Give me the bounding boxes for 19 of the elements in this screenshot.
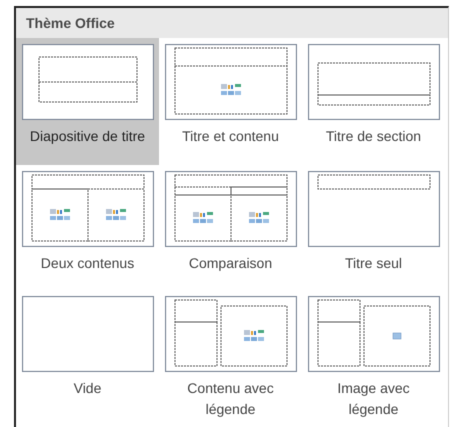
layout-label: Titre seul	[344, 254, 402, 273]
layout-label: Diapositive de titre	[30, 127, 146, 146]
layout-item[interactable]: Contenu avec légende	[159, 290, 302, 420]
layout-label: Vide	[74, 379, 102, 398]
layout-item[interactable]: Titre de section	[302, 38, 445, 165]
layout-label: Contenu avec légende	[187, 379, 274, 419]
layout-label: Titre et contenu	[182, 127, 279, 146]
layout-label: Titre de section	[326, 127, 422, 146]
layout-item[interactable]: Deux contenus	[16, 165, 159, 290]
layout-item[interactable]: Comparaison	[159, 165, 302, 290]
layout-label: Image avec légende	[337, 379, 410, 419]
gallery-title: Thème Office	[26, 15, 115, 31]
layout-label: Deux contenus	[40, 254, 134, 273]
layout-item[interactable]: Titre et contenu	[159, 38, 302, 165]
layout-item[interactable]: Titre seul	[302, 165, 445, 290]
layout-item[interactable]: Vide	[16, 290, 159, 420]
layout-label: Comparaison	[188, 254, 272, 273]
layout-item[interactable]: Image avec légende	[302, 290, 445, 420]
layout-item[interactable]: Diapositive de titre	[16, 38, 159, 165]
